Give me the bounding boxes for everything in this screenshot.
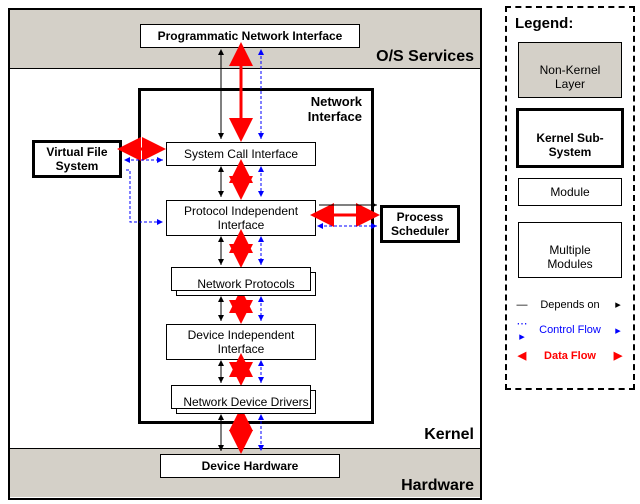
box-device-hardware: Device Hardware bbox=[160, 454, 340, 478]
dh-text: Device Hardware bbox=[202, 459, 299, 473]
kernel-label: Kernel bbox=[424, 426, 474, 444]
pii-text: Protocol Independent Interface bbox=[184, 204, 298, 232]
ni-text: Network Interface bbox=[306, 94, 362, 124]
network-interface-container bbox=[138, 88, 374, 424]
pni-text: Programmatic Network Interface bbox=[158, 29, 343, 43]
box-system-call-interface: System Call Interface bbox=[166, 142, 316, 166]
os-services-label: O/S Services bbox=[376, 48, 474, 66]
box-programmatic-network-interface: Programmatic Network Interface bbox=[140, 24, 360, 48]
box-protocol-independent-interface: Protocol Independent Interface bbox=[166, 200, 316, 236]
box-network-device-drivers: Network Device Drivers bbox=[176, 390, 316, 414]
legend-nonkernel-label: Non-Kernel Layer bbox=[540, 63, 601, 91]
sci-text: System Call Interface bbox=[184, 147, 298, 161]
box-virtual-file-system: Virtual File System bbox=[32, 140, 122, 178]
legend-multiple-modules-box: Multiple Modules bbox=[518, 222, 622, 278]
legend-module-label: Module bbox=[550, 185, 589, 199]
legend-kernel-sub-label: Kernel Sub- System bbox=[536, 131, 603, 159]
legend-panel: Legend: Non-Kernel Layer Kernel Sub- Sys… bbox=[505, 6, 635, 390]
ps-text: Process Scheduler bbox=[391, 210, 449, 238]
legend-control-flow-label: Control Flow bbox=[539, 324, 601, 336]
ndd-text: Network Device Drivers bbox=[183, 395, 308, 409]
legend-depends-on-label: Depends on bbox=[540, 299, 599, 311]
hardware-label: Hardware bbox=[401, 477, 474, 495]
vfs-text: Virtual File System bbox=[46, 145, 107, 173]
box-process-scheduler: Process Scheduler bbox=[380, 205, 460, 243]
diagram-frame: O/S Services Kernel Hardware Programmati… bbox=[8, 8, 482, 500]
box-network-protocols: Network Protocols bbox=[176, 272, 316, 296]
legend-data-flow-label: Data Flow bbox=[544, 350, 596, 362]
legend-depends-on-row: — Depends on ▸ bbox=[515, 298, 625, 311]
np-text: Network Protocols bbox=[197, 277, 294, 291]
legend-line-types: — Depends on ▸ ⋯▸ Control Flow ▸ ◀ Data … bbox=[507, 298, 633, 362]
legend-control-flow-row: ⋯▸ Control Flow ▸ bbox=[515, 317, 625, 343]
legend-kernel-sub-box: Kernel Sub- System bbox=[516, 108, 624, 168]
legend-data-flow-row: ◀ Data Flow ▶ bbox=[515, 349, 625, 362]
dii-text: Device Independent Interface bbox=[188, 328, 295, 356]
legend-title: Legend: bbox=[515, 15, 633, 32]
legend-mult-modules-label: Multiple Modules bbox=[547, 243, 592, 271]
legend-nonkernel-box: Non-Kernel Layer bbox=[518, 42, 622, 98]
box-device-independent-interface: Device Independent Interface bbox=[166, 324, 316, 360]
legend-module-box: Module bbox=[518, 178, 622, 206]
